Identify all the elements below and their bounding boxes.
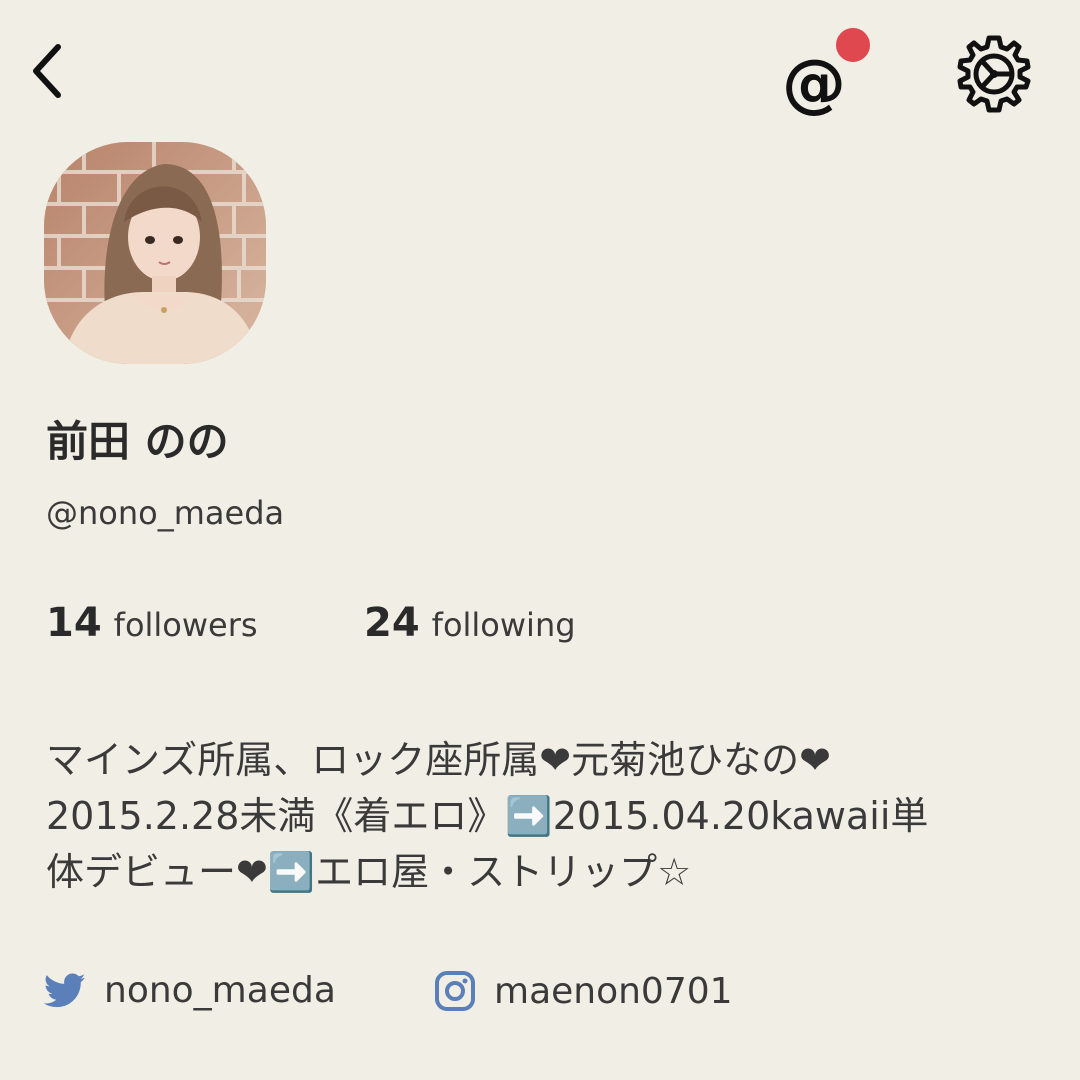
twitter-bird-icon [44, 973, 86, 1007]
settings-button[interactable] [952, 30, 1036, 114]
followers-link[interactable]: 14 followers [46, 600, 258, 646]
followers-label: followers [113, 606, 258, 644]
followers-count: 14 [46, 600, 102, 646]
instagram-icon [435, 971, 475, 1011]
following-label: following [431, 606, 576, 644]
avatar[interactable] [44, 142, 266, 364]
chevron-left-icon [33, 44, 61, 98]
instagram-link[interactable]: maenon0701 [434, 970, 733, 1012]
at-icon: @ [782, 47, 846, 121]
bio-text: マインズ所属、ロック座所属❤元菊池ひなの❤ 2015.2.28未満《着エロ》➡️… [46, 738, 929, 894]
following-link[interactable]: 24 following [364, 600, 576, 646]
avatar-photo [44, 142, 266, 364]
gear-icon [957, 35, 1031, 113]
notification-badge [832, 24, 874, 66]
display-name: 前田 のの [46, 417, 229, 466]
mentions-button[interactable]: @ [778, 24, 878, 121]
instagram-handle: maenon0701 [494, 970, 733, 1012]
back-button[interactable] [18, 36, 78, 106]
twitter-link[interactable]: nono_maeda [44, 970, 336, 1011]
following-count: 24 [364, 600, 420, 646]
username: @nono_maeda [46, 494, 285, 532]
twitter-handle: nono_maeda [104, 970, 336, 1011]
